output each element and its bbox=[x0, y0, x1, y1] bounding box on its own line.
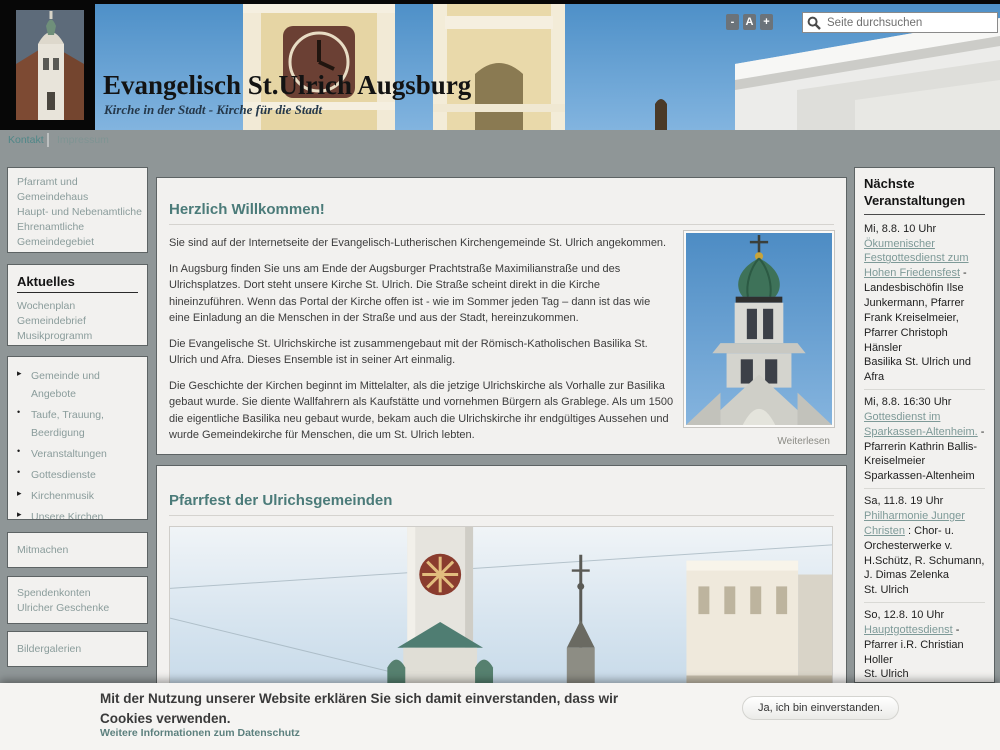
menu-item: • Taufe, Trauung, Beerdigung bbox=[17, 405, 142, 441]
nav-divider bbox=[47, 133, 49, 147]
sidebar-panel-bildergalerien: Bildergalerien bbox=[7, 631, 148, 667]
sidebar-link-bildergalerien[interactable]: Bildergalerien bbox=[17, 642, 142, 657]
event-date: Sa, 11.8. 19 Uhr bbox=[864, 494, 985, 509]
event-date: Mi, 8.8. 10 Uhr bbox=[864, 222, 985, 237]
paragraph: Sie sind auf der Internetseite der Evang… bbox=[169, 235, 674, 252]
church-facade-icon bbox=[16, 10, 84, 120]
sidebar-link-taufe-trauung[interactable]: Taufe, Trauung, Beerdigung bbox=[31, 409, 104, 439]
nav-link-impressum[interactable]: Impressum bbox=[57, 134, 109, 146]
event-description: Ökumenischer Festgottesdienst zum Hohen … bbox=[864, 237, 985, 356]
event-description: Philharmonie Junger Christen : Chor- u. … bbox=[864, 509, 985, 583]
cookie-accept-button[interactable]: Ja, ich bin einverstanden. bbox=[742, 696, 899, 720]
site-header: Evangelisch St.Ulrich Augsburg Kirche in… bbox=[0, 0, 1000, 130]
event-location: Sparkassen-Altenheim bbox=[864, 469, 985, 484]
site-logo-thumbnail bbox=[16, 10, 84, 120]
sidebar-panel-menu: ▸ Gemeinde und Angebote • Taufe, Trauung… bbox=[7, 356, 148, 520]
cookie-banner: Mit der Nutzung unserer Website erklären… bbox=[0, 683, 1000, 750]
event-item: Mi, 8.8. 10 Uhr Ökumenischer Festgottesd… bbox=[864, 217, 985, 389]
dot-bullet-icon: • bbox=[17, 465, 20, 480]
article-heading: Herzlich Willkommen! bbox=[169, 178, 834, 225]
sidebar-panel-contact: Pfarramt und Gemeindehaus Haupt- und Neb… bbox=[7, 167, 148, 253]
event-date: So, 12.8. 10 Uhr bbox=[864, 608, 985, 623]
event-item: Mi, 8.8. 16:30 Uhr Gottesdienst im Spark… bbox=[864, 389, 985, 488]
sidebar-panel-spenden: Spendenkonten Ulricher Geschenke bbox=[7, 576, 148, 624]
event-description: Hauptgottesdienst - Pfarrer i.R. Christi… bbox=[864, 623, 985, 668]
events-panel: Nächste Veranstaltungen Mi, 8.8. 10 Uhr … bbox=[854, 167, 995, 683]
article-body: Sie sind auf der Internetseite der Evang… bbox=[169, 235, 674, 444]
sidebar-link-gemeinde-angebote[interactable]: Gemeinde und Angebote bbox=[31, 370, 100, 400]
sidebar-link-pfarramt[interactable]: Pfarramt und Gemeindehaus bbox=[17, 175, 142, 205]
sidebar-link-spendenkonten[interactable]: Spendenkonten bbox=[17, 586, 142, 601]
nav-link-kontakt[interactable]: Kontakt bbox=[8, 134, 44, 146]
sidebar-link-gemeindebrief[interactable]: Gemeindebrief bbox=[17, 314, 142, 329]
sidebar-link-unsere-kirchen[interactable]: Unsere Kirchen bbox=[31, 511, 103, 520]
menu-item: ▸ Gemeinde und Angebote bbox=[17, 366, 142, 402]
cookie-message: Mit der Nutzung unserer Website erklären… bbox=[100, 689, 660, 728]
event-item: Sa, 11.8. 19 Uhr Philharmonie Junger Chr… bbox=[864, 488, 985, 602]
event-detail: - Landesbischöfin Ilse Junkermann, Pfarr… bbox=[864, 267, 967, 353]
sidebar-link-gemeindegebiet[interactable]: Gemeindegebiet bbox=[17, 235, 142, 250]
page-title: Evangelisch St.Ulrich Augsburg bbox=[103, 70, 471, 101]
sidebar-link-mitmachen[interactable]: Mitmachen bbox=[17, 543, 142, 558]
article-heading: Pfarrfest der Ulrichsgemeinden bbox=[169, 466, 834, 516]
event-description: Gottesdienst im Sparkassen-Altenheim. - … bbox=[864, 410, 985, 469]
cookie-privacy-link[interactable]: Weitere Informationen zum Datenschutz bbox=[100, 727, 300, 739]
church-tower-photo bbox=[683, 230, 835, 428]
arrow-bullet-icon: ▸ bbox=[17, 366, 22, 381]
menu-item: • Veranstaltungen bbox=[17, 444, 142, 462]
top-navigation: Kontakt Impressum bbox=[0, 130, 1000, 152]
events-heading: Nächste Veranstaltungen bbox=[864, 176, 985, 215]
arrow-bullet-icon: ▸ bbox=[17, 507, 22, 520]
menu-item: ▸ Unsere Kirchen bbox=[17, 507, 142, 520]
paragraph: In Augsburg finden Sie uns am Ende der A… bbox=[169, 261, 674, 327]
dot-bullet-icon: • bbox=[17, 405, 20, 420]
sidebar-panel-mitmachen: Mitmachen bbox=[7, 532, 148, 568]
read-more-link[interactable]: Weiterlesen bbox=[777, 436, 830, 447]
menu-item: ▸ Kirchenmusik bbox=[17, 486, 142, 504]
arrow-bullet-icon: ▸ bbox=[17, 486, 22, 501]
sidebar-panel-aktuelles: Aktuelles Wochenplan Gemeindebrief Musik… bbox=[7, 264, 148, 346]
font-size-controls: - A + bbox=[726, 14, 773, 30]
sidebar-link-musikprogramm[interactable]: Musikprogramm bbox=[17, 329, 142, 344]
paragraph: Die Evangelische St. Ulrichskirche ist z… bbox=[169, 336, 674, 369]
dot-bullet-icon: • bbox=[17, 444, 20, 459]
event-date: Mi, 8.8. 16:30 Uhr bbox=[864, 395, 985, 410]
sidebar-link-veranstaltungen[interactable]: Veranstaltungen bbox=[31, 448, 107, 460]
sidebar-link-wochenplan[interactable]: Wochenplan bbox=[17, 299, 142, 314]
event-link[interactable]: Hauptgottesdienst bbox=[864, 624, 953, 636]
font-larger-button[interactable]: + bbox=[760, 14, 773, 30]
event-location: St. Ulrich bbox=[864, 667, 985, 682]
event-location: Basilika St. Ulrich und Afra bbox=[864, 355, 985, 385]
sidebar-link-ulricher-geschenke[interactable]: Ulricher Geschenke bbox=[17, 601, 142, 616]
font-smaller-button[interactable]: - bbox=[726, 14, 739, 30]
sidebar-link-hauptamtliche[interactable]: Haupt- und Nebenamtliche bbox=[17, 205, 142, 220]
search-input[interactable] bbox=[825, 16, 993, 30]
article-welcome: Herzlich Willkommen! Sie sind auf der In… bbox=[156, 177, 847, 455]
search-icon bbox=[807, 16, 821, 30]
event-link[interactable]: Gottesdienst im Sparkassen-Altenheim. bbox=[864, 411, 978, 438]
event-item: So, 12.8. 10 Uhr Hauptgottesdienst - Pfa… bbox=[864, 602, 985, 683]
paragraph: Die Geschichte der Kirchen beginnt im Mi… bbox=[169, 378, 674, 444]
sidebar-link-ehrenamtliche[interactable]: Ehrenamtliche bbox=[17, 220, 142, 235]
sidebar-link-gottesdienste[interactable]: Gottesdienste bbox=[31, 469, 96, 481]
event-location: St. Ulrich bbox=[864, 583, 985, 598]
font-reset-button[interactable]: A bbox=[743, 14, 756, 30]
page: Evangelisch St.Ulrich Augsburg Kirche in… bbox=[0, 0, 1000, 750]
sidebar-link-kirchenmusik[interactable]: Kirchenmusik bbox=[31, 490, 94, 502]
page-subtitle: Kirche in der Stadt - Kirche für die Sta… bbox=[104, 102, 322, 118]
aktuelles-heading: Aktuelles bbox=[17, 274, 138, 293]
search-box bbox=[802, 12, 998, 33]
menu-item: • Gottesdienste bbox=[17, 465, 142, 483]
event-link[interactable]: Ökumenischer Festgottesdienst zum Hohen … bbox=[864, 238, 969, 280]
